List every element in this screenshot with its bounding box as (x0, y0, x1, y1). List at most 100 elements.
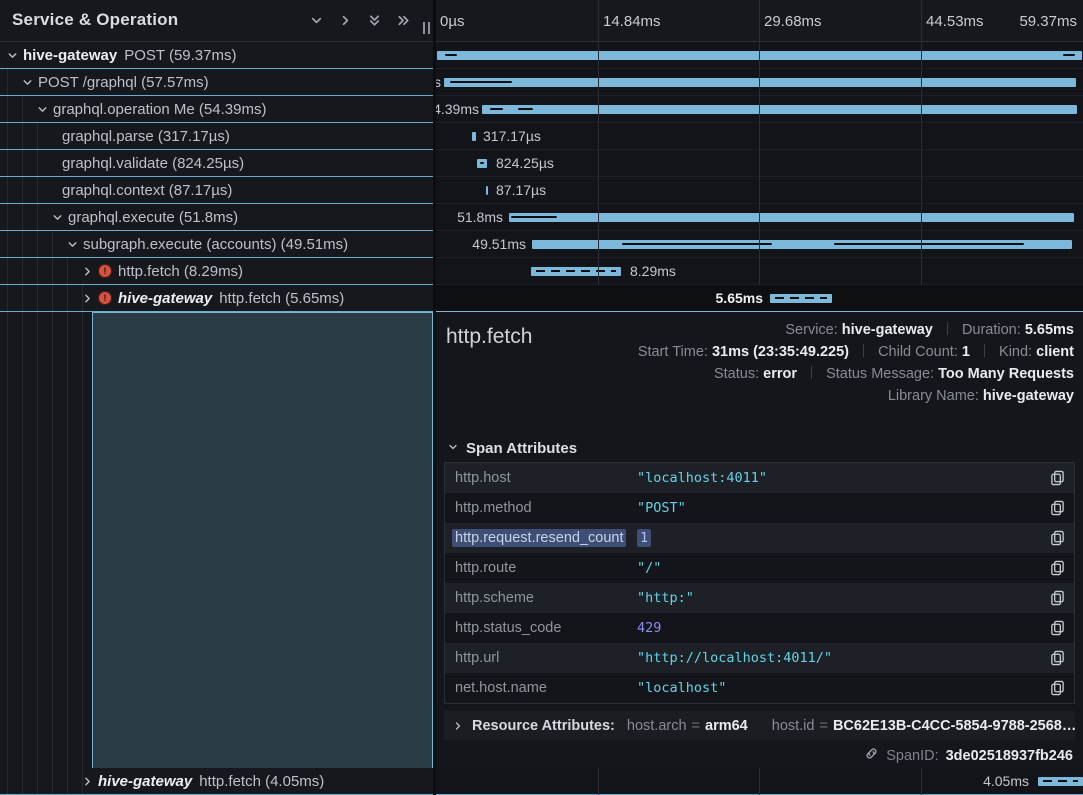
link-icon[interactable] (864, 746, 879, 765)
duration-label: 8.29ms (630, 263, 676, 279)
attribute-row[interactable]: http.route "/" (445, 553, 1074, 583)
equals-sign: = (692, 718, 700, 734)
panel-divider[interactable] (433, 0, 436, 795)
attribute-key: http.status_code (445, 620, 637, 636)
attribute-row[interactable]: http.scheme "http:" (445, 583, 1074, 613)
tick-label: 59.37ms (1019, 13, 1077, 30)
copy-icon[interactable] (1040, 530, 1074, 546)
attribute-value: "/" (637, 560, 1040, 576)
indent-guide (82, 285, 83, 795)
chevron-down-icon[interactable] (19, 76, 35, 89)
attribute-row[interactable]: http.url "http://localhost:4011/" (445, 643, 1074, 673)
timeline-row-selected[interactable]: 5.65ms (436, 285, 1083, 312)
panel-resize-handle[interactable] (420, 22, 430, 37)
tick-label: 29.68ms (764, 13, 822, 30)
tree-row-http-fetch-5ms-selected[interactable]: ! hive-gateway http.fetch (5.65ms) (0, 285, 433, 312)
collapse-all-icon[interactable] (367, 13, 382, 28)
meta-value: error (763, 366, 797, 382)
span-attributes-header[interactable]: Span Attributes (447, 440, 577, 457)
attribute-row[interactable]: http.method "POST" (445, 493, 1074, 523)
duration-label: 5.65ms (716, 290, 763, 306)
meta-label: Child Count: (878, 344, 958, 360)
meta-label: Duration: (962, 322, 1021, 338)
attribute-row-highlighted[interactable]: http.request.resend_count 1 (445, 523, 1074, 553)
tree-row-http-fetch-4ms[interactable]: hive-gateway http.fetch (4.05ms) (0, 768, 433, 795)
duration-label: 57.57ms (436, 74, 441, 90)
attribute-value: "localhost" (637, 680, 1040, 696)
tree-row-subgraph-execute[interactable]: subgraph.execute (accounts) (49.51ms) (0, 231, 433, 258)
trace-viewer: Service & Operation hive-gateway POST (5… (0, 0, 1083, 795)
span-bar[interactable] (444, 78, 1076, 87)
chevron-down-icon (447, 440, 459, 457)
copy-icon[interactable] (1040, 620, 1074, 636)
span-bar[interactable] (482, 105, 1077, 114)
chevron-down-icon[interactable] (49, 211, 65, 224)
chevron-down-icon[interactable] (64, 238, 80, 251)
span-tree-panel: Service & Operation hive-gateway POST (5… (0, 0, 433, 795)
resource-attributes-bar[interactable]: Resource Attributes: host.arch = arm64 h… (444, 711, 1075, 740)
resource-value: BC62E13B-C4CC-5854-9788-2568… (833, 718, 1075, 734)
tree-row-graphql-execute[interactable]: graphql.execute (51.8ms) (0, 204, 433, 231)
span-label: graphql.validate (824.25µs) (62, 155, 244, 172)
service-name: hive-gateway (118, 290, 212, 307)
chevron-right-icon[interactable] (79, 292, 95, 305)
duration-label: 54.39ms (436, 101, 479, 117)
meta-label: Library Name: (888, 388, 979, 404)
span-label: graphql.operation Me (54.39ms) (53, 101, 266, 118)
meta-label: Service: (785, 322, 837, 338)
tree-row-hive-gateway-post[interactable]: hive-gateway POST (59.37ms) (0, 42, 433, 69)
tree-row-graphql-context[interactable]: graphql.context (87.17µs) (0, 177, 433, 204)
span-id-row: SpanID: 3de02518937fb246 (864, 746, 1073, 765)
error-icon: ! (98, 291, 112, 305)
span-bar[interactable] (486, 186, 488, 195)
span-bar[interactable] (477, 159, 487, 168)
copy-icon[interactable] (1040, 680, 1074, 696)
tree-row-http-fetch-8ms[interactable]: ! http.fetch (8.29ms) (0, 258, 433, 285)
collapse-one-icon[interactable] (309, 13, 324, 28)
attribute-key: net.host.name (445, 680, 637, 696)
chevron-right-icon[interactable] (79, 265, 95, 278)
copy-icon[interactable] (1040, 560, 1074, 576)
resource-attributes-title: Resource Attributes: (472, 718, 615, 734)
span-bar[interactable] (1038, 777, 1083, 786)
tree-row-graphql-operation[interactable]: graphql.operation Me (54.39ms) (0, 96, 433, 123)
tree-row-graphql-validate[interactable]: graphql.validate (824.25µs) (0, 150, 433, 177)
meta-label: Kind: (999, 344, 1032, 360)
chevron-down-icon[interactable] (4, 49, 20, 62)
duration-label: 51.8ms (457, 209, 503, 225)
span-label: POST /graphql (57.57ms) (38, 74, 209, 91)
expand-all-icon[interactable] (396, 13, 411, 28)
span-detail-panel: http.fetch Service: hive-gateway Duratio… (436, 312, 1083, 768)
tree-row-post-graphql[interactable]: POST /graphql (57.57ms) (0, 69, 433, 96)
copy-icon[interactable] (1040, 590, 1074, 606)
meta-line: Library Name: hive-gateway (638, 385, 1074, 407)
span-bar[interactable] (472, 132, 476, 141)
expand-one-icon[interactable] (338, 13, 353, 28)
panel-title: Service & Operation (12, 10, 178, 30)
attribute-row[interactable]: http.status_code 429 (445, 613, 1074, 643)
duration-label: 824.25µs (496, 155, 554, 171)
chevron-down-icon[interactable] (34, 103, 50, 116)
span-bar[interactable] (770, 294, 832, 303)
copy-icon[interactable] (1040, 500, 1074, 516)
copy-icon[interactable] (1040, 470, 1074, 486)
attribute-row[interactable]: net.host.name "localhost" (445, 673, 1074, 703)
span-bar[interactable] (532, 240, 1072, 249)
attribute-key: http.request.resend_count (452, 529, 626, 547)
span-bar[interactable] (531, 267, 621, 276)
selected-span-expanded-region (92, 312, 433, 768)
attribute-key: http.scheme (445, 590, 637, 606)
attribute-value: "http:" (637, 590, 1040, 606)
span-label: http.fetch (8.29ms) (118, 263, 243, 280)
attribute-value: "http://localhost:4011/" (637, 650, 1040, 666)
span-bar[interactable] (509, 213, 1074, 222)
tree-row-graphql-parse[interactable]: graphql.parse (317.17µs) (0, 123, 433, 150)
meta-label: Start Time: (638, 344, 708, 360)
meta-value: 5.65ms (1025, 322, 1074, 338)
attribute-value: 1 (637, 529, 651, 547)
meta-value: 1 (962, 344, 970, 360)
chevron-right-icon[interactable] (79, 775, 95, 788)
span-id-label: SpanID: (886, 748, 938, 764)
attribute-row[interactable]: http.host "localhost:4011" (445, 463, 1074, 493)
copy-icon[interactable] (1040, 650, 1074, 666)
